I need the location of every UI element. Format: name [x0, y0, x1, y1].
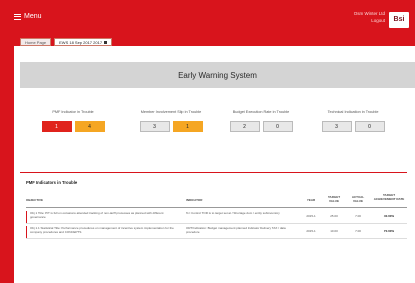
menu-label: Menu [24, 13, 42, 20]
kpi-member-involvement: Member Involvement Slip in Trouble 3 1 [128, 110, 214, 132]
kpi-value-box[interactable]: 0 [262, 121, 293, 132]
actual-cell: 7.00 [355, 229, 361, 233]
page-title: Early Warning System [178, 71, 257, 80]
user-name: Osm Winter Ltd [353, 11, 385, 16]
column-header: INDICATOR [186, 198, 203, 202]
column-header: ACTUAL VALUE [351, 195, 365, 203]
row-marker [26, 226, 28, 238]
title-banner: Early Warning System [20, 62, 415, 88]
kpi-value-box[interactable]: 3 [321, 121, 352, 132]
column-header: OBJECTIVE [26, 198, 44, 202]
menu-button[interactable]: Menu [14, 13, 42, 20]
kpi-value-box[interactable]: 2 [229, 121, 260, 132]
kpi-label: Technical Indication in Trouble [327, 110, 379, 114]
rate-cell: 40.00% [383, 214, 395, 218]
kpi-value-box[interactable]: 0 [354, 121, 385, 132]
kpi-label: PMF Indicator in Trouble [52, 110, 94, 114]
target-cell: 25.00 [330, 214, 338, 218]
year-cell: 2015-1 [306, 229, 316, 233]
target-cell: 10.00 [330, 229, 338, 233]
kpi-label: Member Involvement Slip in Trouble [140, 110, 202, 114]
section-title: PMF Indicators in Trouble [26, 180, 78, 185]
logout-link[interactable]: Logout [354, 17, 385, 24]
tab-label: EWS 18 Sep 2017 2017 [59, 40, 103, 45]
actual-cell: 7.00 [355, 214, 361, 218]
logo: Bsi [389, 12, 409, 28]
column-header: YEAR [306, 198, 316, 202]
kpi-budget-execution: Budget Execution Rate in Trouble 2 0 [218, 110, 304, 132]
kpi-pmf-indicator: PMF Indicator in Trouble 1 4 [30, 110, 116, 132]
tab-home-page[interactable]: Home Page [20, 38, 52, 46]
main-content: Early Warning System PMF Indicator in Tr… [14, 46, 415, 283]
kpi-technical-indication: Technical Indication in Trouble 3 0 [310, 110, 396, 132]
hamburger-icon [14, 13, 21, 20]
objective-cell: Obj 1 Title: PIT is full on occasions at… [30, 211, 164, 219]
table-row[interactable]: Obj 1 Title: PIT is full on occasions at… [26, 210, 407, 224]
column-header: TARGET VALUE [327, 195, 341, 203]
tab-ews[interactable]: EWS 18 Sep 2017 2017 [54, 38, 113, 46]
indicator-cell: ORT/Indication: Budget management planne… [186, 226, 286, 234]
tab-bar: Home Page EWS 18 Sep 2017 2017 [20, 38, 113, 46]
kpi-value-box[interactable]: 1 [172, 121, 203, 132]
table-row[interactable]: Obj 1.1 Statistical Title: Performance p… [26, 225, 407, 239]
row-marker [26, 211, 28, 223]
kpi-value-box[interactable]: 1 [41, 121, 72, 132]
tab-label: Home Page [25, 40, 47, 45]
kpi-label: Budget Execution Rate in Trouble [232, 110, 290, 114]
rate-cell: 70.00% [383, 229, 395, 233]
indicator-cell: % I Control TOR is to target set at / Sh… [186, 211, 280, 215]
close-tab-icon[interactable] [104, 41, 108, 45]
column-header: TARGET ACHIEVEMENT RATE [373, 193, 405, 201]
kpi-value-box[interactable]: 3 [139, 121, 170, 132]
kpi-value-box[interactable]: 4 [74, 121, 105, 132]
user-info: Osm Winter Ltd Logout [354, 10, 385, 24]
top-bar: Menu Osm Winter Ltd Logout Bsi [0, 0, 415, 36]
year-cell: 2015-1 [306, 214, 316, 218]
table-header: OBJECTIVE INDICATOR YEAR TARGET VALUE AC… [26, 193, 407, 208]
section-divider [20, 172, 407, 173]
objective-cell: Obj 1.1 Statistical Title: Performance p… [30, 226, 174, 234]
